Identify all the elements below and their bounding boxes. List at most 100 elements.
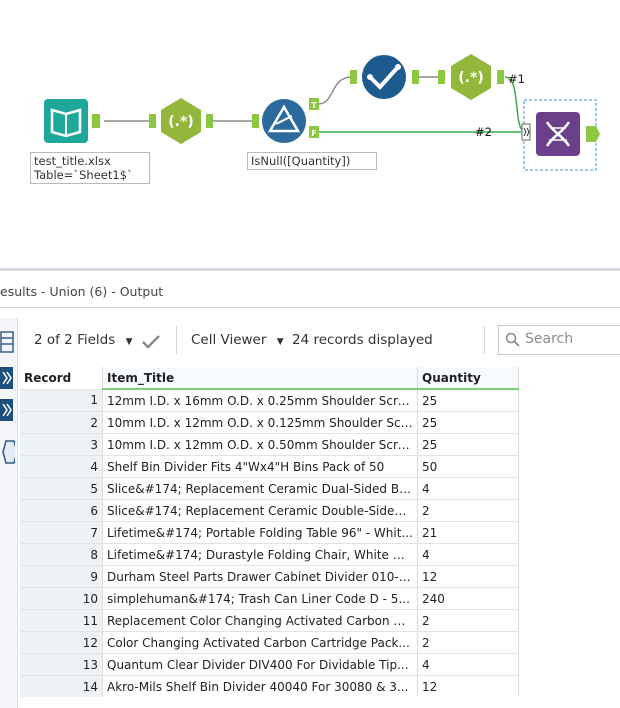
table-row[interactable]: 9 Durham Steel Parts Drawer Cabinet Divid… <box>20 565 519 588</box>
item-title-cell[interactable]: Shelf Bin Divider Fits 4"Wx4"H Bins Pack… <box>102 455 418 478</box>
item-title-cell[interactable]: Akro-Mils Shelf Bin Divider 40040 For 30… <box>102 675 418 697</box>
grip-dots <box>2 312 14 327</box>
record-cell[interactable]: 4 <box>20 455 103 478</box>
quantity-cell[interactable]: 25 <box>417 433 519 456</box>
column-header-item-title[interactable]: Item_Title <box>102 367 418 390</box>
output-anchor[interactable] <box>206 114 213 128</box>
false-anchor-label: F <box>311 129 316 138</box>
table-row[interactable]: 12 Color Changing Activated Carbon Cartri… <box>20 631 519 654</box>
output-anchor[interactable] <box>412 70 419 84</box>
table-view-icon[interactable] <box>0 330 15 354</box>
grid-body: 1 12mm I.D. x 16mm O.D. x 0.25mm Shoulder… <box>20 388 519 697</box>
quantity-cell[interactable]: 4 <box>417 477 519 500</box>
workflow-canvas[interactable]: (.*) T F (.*) #1 #2 test_title.xlsx Tabl… <box>0 0 620 268</box>
quantity-cell[interactable]: 2 <box>417 499 519 522</box>
filter-tool[interactable]: T F <box>252 98 319 143</box>
input-anchor-icon[interactable] <box>0 366 15 390</box>
results-toolbar: 2 of 2 Fields ▼ Cell Viewer ▼ 24 records… <box>18 318 620 362</box>
cell-viewer-toggle[interactable]: Cell Viewer ▼ <box>191 332 284 348</box>
record-cell[interactable]: 9 <box>20 565 103 588</box>
tool-output-icon[interactable] <box>0 438 15 466</box>
item-title-cell[interactable]: Quantum Clear Divider DIV400 For Dividab… <box>102 653 418 676</box>
input-annotation[interactable]: test_title.xlsx Table=`Sheet1$` <box>30 152 150 184</box>
item-title-cell[interactable]: Lifetime&#174; Portable Folding Table 96… <box>102 521 418 544</box>
results-side-toolbar <box>0 318 18 708</box>
record-cell[interactable]: 3 <box>20 433 103 456</box>
connection-label-1: #1 <box>508 72 525 86</box>
record-cell[interactable]: 7 <box>20 521 103 544</box>
regex-icon: (.*) <box>168 114 193 130</box>
item-title-cell[interactable]: 12mm I.D. x 16mm O.D. x 0.25mm Shoulder … <box>102 388 418 412</box>
column-header-record[interactable]: Record <box>20 367 103 389</box>
wire-filter-true-to-select <box>317 76 353 105</box>
chevron-down-icon: ▼ <box>276 337 284 347</box>
quantity-cell[interactable]: 50 <box>417 455 519 478</box>
quantity-cell[interactable]: 240 <box>417 587 519 610</box>
table-row[interactable]: 1 12mm I.D. x 16mm O.D. x 0.25mm Shoulder… <box>20 388 519 412</box>
quantity-cell[interactable]: 12 <box>417 675 519 697</box>
search-icon <box>505 332 520 347</box>
record-cell[interactable]: 13 <box>20 653 103 676</box>
table-row[interactable]: 2 10mm I.D. x 12mm O.D. x 0.125mm Shoulde… <box>20 411 519 434</box>
table-row[interactable]: 3 10mm I.D. x 12mm O.D. x 0.50mm Shoulder… <box>20 433 519 456</box>
record-cell[interactable]: 11 <box>20 609 103 632</box>
quantity-cell[interactable]: 4 <box>417 543 519 566</box>
table-row[interactable]: 10 simplehuman&#174; Trash Can Liner Code… <box>20 587 519 610</box>
record-cell[interactable]: 12 <box>20 631 103 654</box>
fields-selector[interactable]: 2 of 2 Fields ▼ <box>34 332 132 348</box>
regex-tool-2[interactable]: (.*) <box>438 54 504 100</box>
results-grid: Record Item_Title Quantity 1 12mm I.D. x … <box>20 367 519 697</box>
item-title-cell[interactable]: Replacement Color Changing Activated Car… <box>102 609 418 632</box>
item-title-cell[interactable]: Durham Steel Parts Drawer Cabinet Divide… <box>102 565 418 588</box>
input-data-tool[interactable] <box>44 99 100 143</box>
search-input[interactable]: Search <box>498 325 620 355</box>
quantity-cell[interactable]: 2 <box>417 631 519 654</box>
output-anchor[interactable] <box>586 126 600 142</box>
output-anchor-icon[interactable] <box>0 398 15 422</box>
filter-annotation[interactable]: IsNull([Quantity]) <box>247 152 377 170</box>
table-row[interactable]: 8 Lifetime&#174; Durastyle Folding Chair,… <box>20 543 519 566</box>
item-title-cell[interactable]: 10mm I.D. x 12mm O.D. x 0.50mm Shoulder … <box>102 433 418 456</box>
quantity-cell[interactable]: 25 <box>417 388 519 412</box>
column-header-quantity[interactable]: Quantity <box>417 367 519 390</box>
table-row[interactable]: 14 Akro-Mils Shelf Bin Divider 40040 For … <box>20 675 519 697</box>
record-cell[interactable]: 5 <box>20 477 103 500</box>
table-row[interactable]: 7 Lifetime&#174; Portable Folding Table 9… <box>20 521 519 544</box>
table-row[interactable]: 13 Quantum Clear Divider DIV400 For Divid… <box>20 653 519 676</box>
quantity-cell[interactable]: 21 <box>417 521 519 544</box>
record-cell[interactable]: 6 <box>20 499 103 522</box>
record-cell[interactable]: 2 <box>20 411 103 434</box>
record-cell[interactable]: 10 <box>20 587 103 610</box>
check-icon[interactable] <box>141 334 161 350</box>
table-row[interactable]: 11 Replacement Color Changing Activated C… <box>20 609 519 632</box>
record-cell[interactable]: 8 <box>20 543 103 566</box>
quantity-cell[interactable]: 4 <box>417 653 519 676</box>
regex-tool-1[interactable]: (.*) <box>149 98 213 144</box>
input-anchor[interactable] <box>438 70 445 84</box>
output-anchor[interactable] <box>92 114 100 128</box>
quantity-cell[interactable]: 25 <box>417 411 519 434</box>
workflow-diagram: (.*) T F (.*) <box>44 54 600 171</box>
table-row[interactable]: 5 Slice&#174; Replacement Ceramic Dual-Si… <box>20 477 519 500</box>
input-anchor[interactable] <box>252 114 259 128</box>
quantity-cell[interactable]: 2 <box>417 609 519 632</box>
item-title-cell[interactable]: Lifetime&#174; Durastyle Folding Chair, … <box>102 543 418 566</box>
union-tool[interactable] <box>521 99 600 171</box>
item-title-cell[interactable]: Slice&#174; Replacement Ceramic Double-S… <box>102 499 418 522</box>
record-cell[interactable]: 14 <box>20 675 103 697</box>
record-cell[interactable]: 1 <box>20 388 103 412</box>
header-row: Record Item_Title Quantity <box>20 367 519 390</box>
item-title-cell[interactable]: 10mm I.D. x 12mm O.D. x 0.125mm Shoulder… <box>102 411 418 434</box>
input-anchor[interactable] <box>149 114 156 128</box>
item-title-cell[interactable]: Slice&#174; Replacement Ceramic Dual-Sid… <box>102 477 418 500</box>
quantity-cell[interactable]: 12 <box>417 565 519 588</box>
select-tool[interactable] <box>350 55 419 99</box>
toolbar-separator <box>484 326 485 354</box>
table-row[interactable]: 4 Shelf Bin Divider Fits 4"Wx4"H Bins Pac… <box>20 455 519 478</box>
output-anchor[interactable] <box>497 70 504 84</box>
item-title-cell[interactable]: Color Changing Activated Carbon Cartridg… <box>102 631 418 654</box>
table-row[interactable]: 6 Slice&#174; Replacement Ceramic Double-… <box>20 499 519 522</box>
input-anchor[interactable] <box>350 70 357 84</box>
item-title-cell[interactable]: simplehuman&#174; Trash Can Liner Code D… <box>102 587 418 610</box>
pane-splitter[interactable] <box>0 268 620 271</box>
